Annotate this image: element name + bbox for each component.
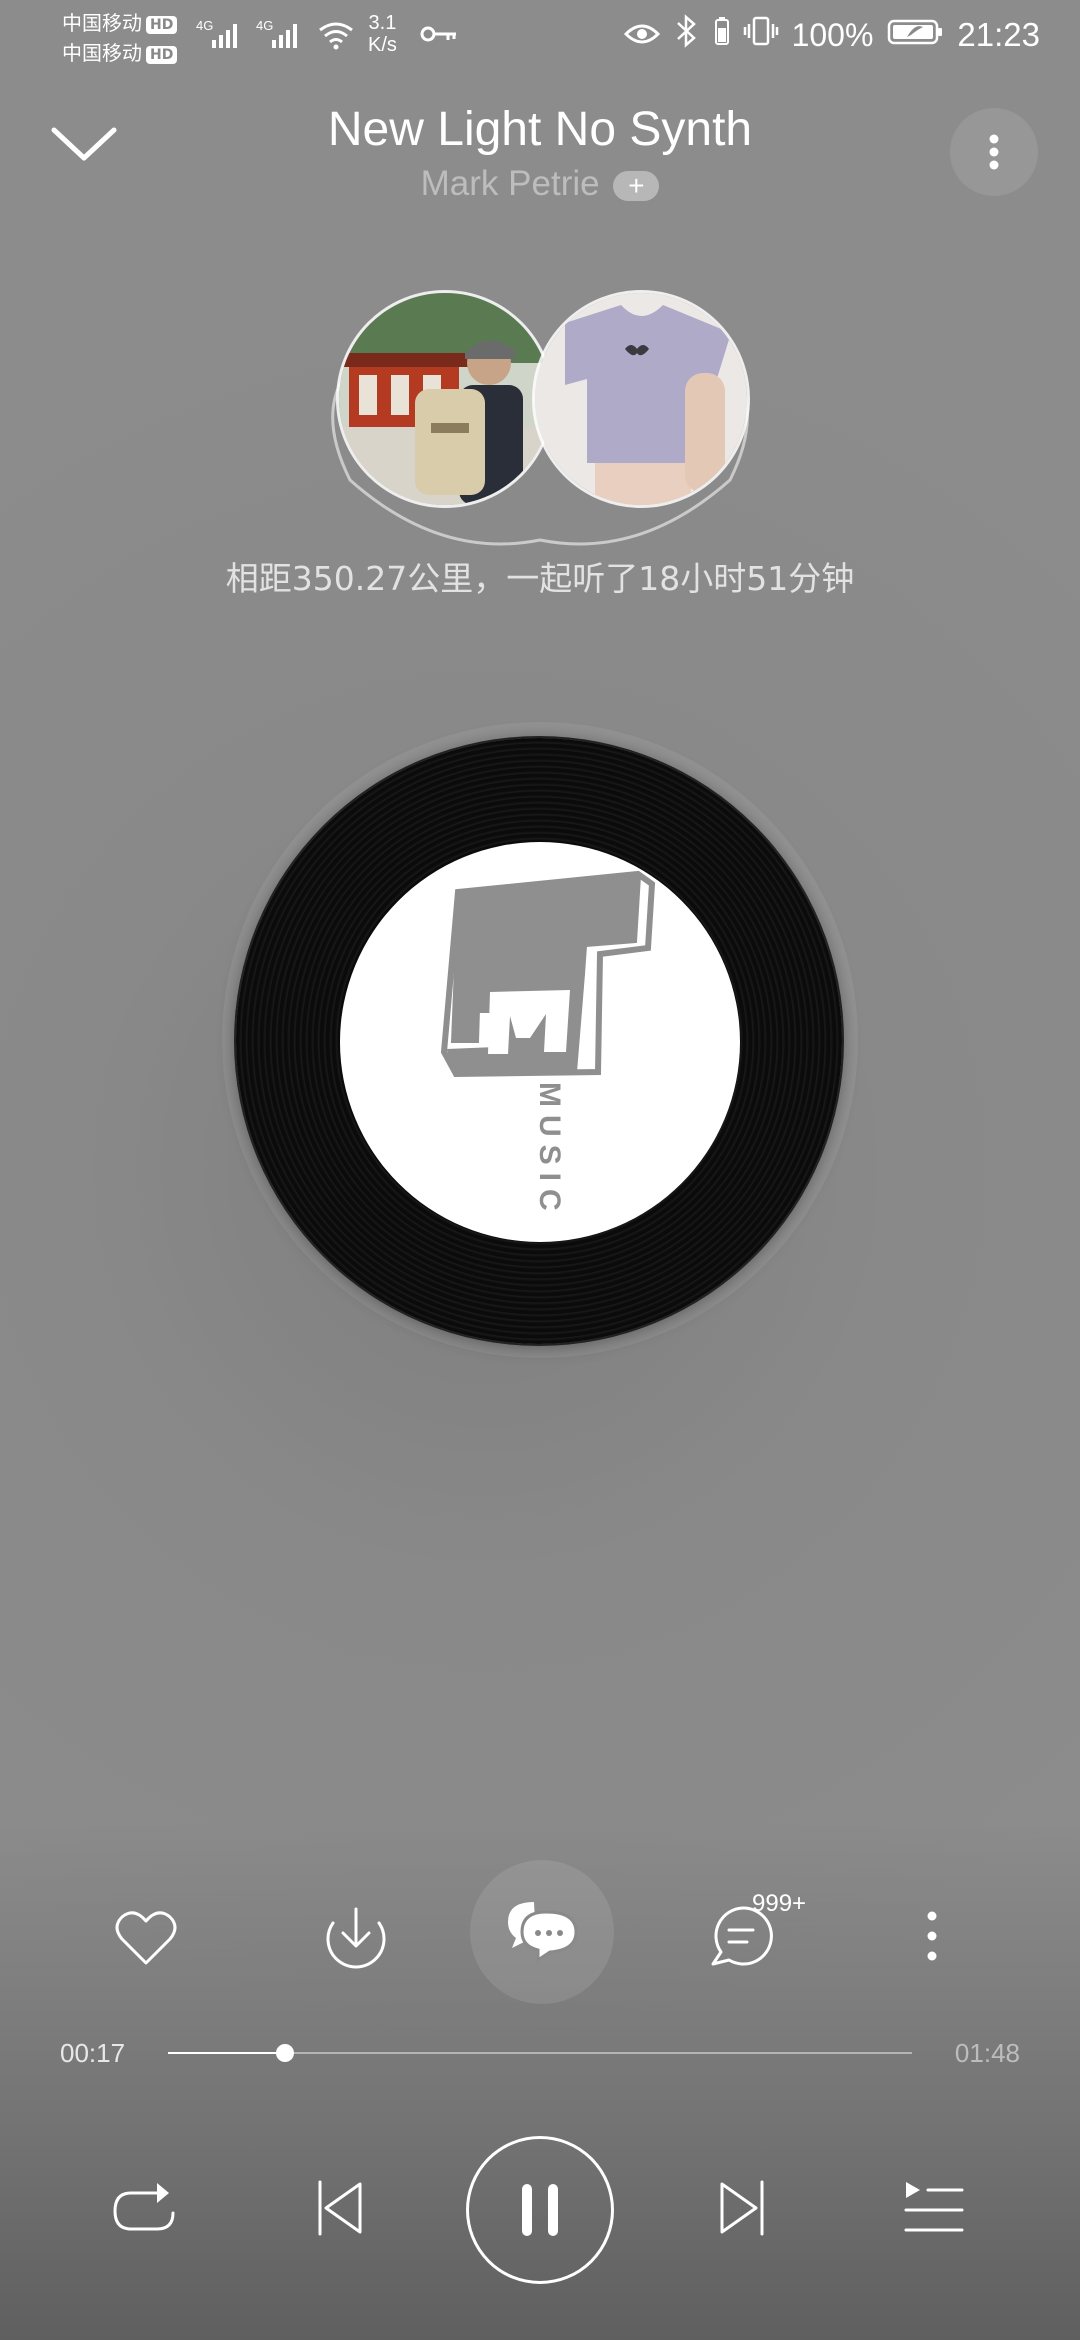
share-chat-button[interactable] bbox=[492, 1880, 592, 1980]
action-row bbox=[0, 1880, 1080, 2000]
skip-next-icon bbox=[720, 2180, 764, 2236]
speed-unit: K/s bbox=[368, 34, 397, 56]
heart-icon bbox=[115, 1911, 177, 1965]
progress-fill bbox=[168, 2052, 285, 2054]
album-label-text: MUSIC bbox=[533, 1082, 566, 1219]
progress-thumb[interactable] bbox=[275, 2044, 294, 2062]
status-bar: 中国移动 HD 中国移动 HD 4G 4G 3.1 K/s 100% 21:23 bbox=[0, 0, 1080, 72]
current-time: 00:17 bbox=[60, 2038, 126, 2068]
listen-together-avatars[interactable] bbox=[320, 290, 760, 546]
carrier-1-name: 中国移动 bbox=[62, 11, 142, 35]
carrier-1: 中国移动 HD bbox=[62, 8, 178, 38]
avatar-traveler-image bbox=[339, 293, 551, 505]
repeat-icon bbox=[113, 2183, 175, 2231]
hd-badge-1: HD bbox=[146, 15, 178, 34]
more-vertical-icon bbox=[927, 1911, 937, 1961]
bluetooth-icon bbox=[674, 14, 700, 56]
artist-name[interactable]: Mark Petrie bbox=[421, 164, 600, 203]
next-button[interactable] bbox=[702, 2168, 782, 2248]
pause-icon bbox=[522, 2184, 558, 2236]
follow-artist-button[interactable]: + bbox=[613, 170, 660, 201]
skip-previous-icon bbox=[318, 2180, 362, 2236]
battery-icon bbox=[887, 16, 943, 54]
battery-percent: 100% bbox=[791, 16, 874, 53]
album-cover: MUSIC bbox=[340, 842, 740, 1242]
more-vertical-icon bbox=[989, 134, 999, 170]
listen-together-info: 相距350.27公里，一起听了18小时51分钟 bbox=[225, 559, 855, 598]
more-options-button[interactable] bbox=[950, 108, 1038, 196]
carrier-group: 中国移动 HD 中国移动 HD bbox=[62, 8, 178, 68]
eye-icon bbox=[623, 16, 660, 54]
carrier-2: 中国移动 HD bbox=[62, 38, 178, 68]
signal-icon: 4G bbox=[196, 18, 246, 58]
signal-icon: 4G bbox=[256, 18, 306, 58]
wifi-icon bbox=[316, 20, 356, 56]
user-avatar[interactable] bbox=[336, 290, 554, 508]
pause-button[interactable] bbox=[466, 2136, 614, 2284]
download-icon bbox=[326, 1907, 386, 1969]
progress-bar[interactable] bbox=[168, 2044, 912, 2062]
friend-avatar[interactable] bbox=[532, 290, 750, 508]
total-time: 01:48 bbox=[954, 2038, 1020, 2068]
previous-button[interactable] bbox=[300, 2168, 380, 2248]
playlist-button[interactable] bbox=[894, 2168, 974, 2248]
more-actions-button[interactable] bbox=[882, 1886, 982, 1986]
download-button[interactable] bbox=[306, 1884, 406, 1984]
music-logo: MUSIC bbox=[440, 870, 656, 1219]
vpn-key-icon bbox=[420, 24, 460, 50]
repeat-button[interactable] bbox=[104, 2168, 184, 2248]
speed-value: 3.1 bbox=[368, 12, 397, 34]
playlist-icon bbox=[904, 2182, 964, 2232]
clock: 21:23 bbox=[957, 16, 1040, 53]
avatar-tshirt-image bbox=[535, 293, 747, 505]
song-title: New Light No Synth bbox=[327, 103, 753, 156]
like-button[interactable] bbox=[96, 1888, 196, 1988]
carrier-2-name: 中国移动 bbox=[62, 41, 142, 65]
network-type-1: 4G bbox=[196, 18, 213, 33]
artist-row: Mark Petrie + bbox=[0, 164, 1080, 204]
small-battery-icon bbox=[714, 16, 730, 54]
vibrate-icon bbox=[743, 15, 778, 55]
chat-bubbles-icon bbox=[508, 1902, 578, 1963]
playback-controls bbox=[0, 2120, 1080, 2290]
network-type-2: 4G bbox=[256, 18, 273, 33]
status-right: 100% 21:23 bbox=[623, 14, 1040, 56]
comment-count-badge: 999+ bbox=[752, 1890, 807, 1917]
network-speed: 3.1 K/s bbox=[368, 12, 397, 56]
hd-badge-2: HD bbox=[146, 45, 178, 64]
